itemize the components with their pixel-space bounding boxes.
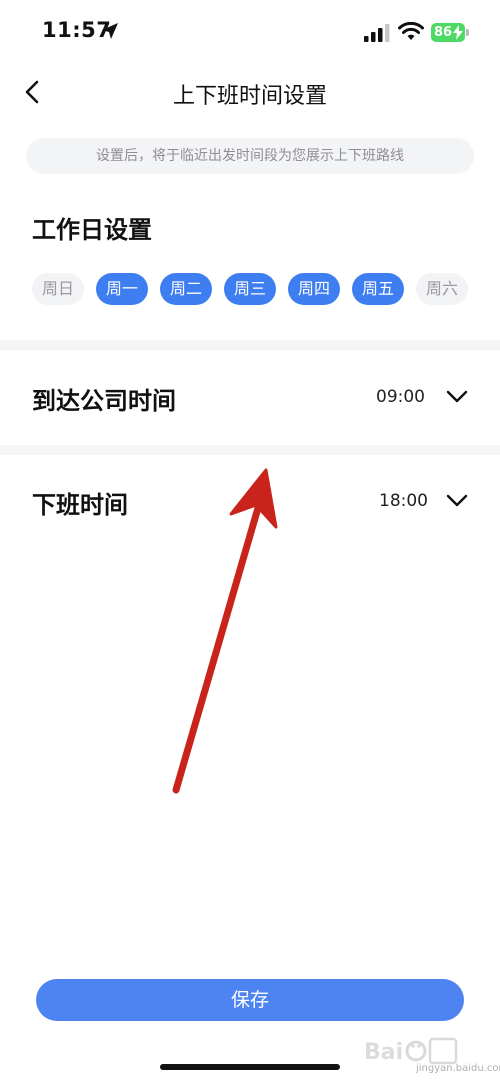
save-button[interactable]: 保存 (36, 979, 464, 1021)
chevron-down-icon[interactable] (446, 390, 468, 404)
day-chip-tuesday[interactable]: 周二 (160, 273, 212, 305)
day-chip-wednesday[interactable]: 周三 (224, 273, 276, 305)
svg-text:Bai: Bai (364, 1040, 403, 1065)
section-divider (0, 445, 500, 455)
leave-time-value: 18:00 (379, 491, 428, 511)
chevron-down-icon[interactable] (446, 494, 468, 508)
wifi-icon (398, 22, 424, 40)
battery-level: 86 (434, 25, 453, 40)
location-arrow-icon (102, 23, 118, 39)
day-chip-monday[interactable]: 周一 (96, 273, 148, 305)
battery-cap (466, 29, 469, 36)
home-indicator (160, 1064, 340, 1070)
cellular-signal-icon (364, 24, 390, 42)
workday-section-title: 工作日设置 (32, 216, 152, 244)
status-bar: 11:57 86 (0, 0, 500, 64)
day-chip-saturday[interactable]: 周六 (416, 273, 468, 305)
hint-banner: 设置后，将于临近出发时间段为您展示上下班路线 (26, 138, 474, 174)
arrive-time-value: 09:00 (376, 387, 425, 407)
day-chip-friday[interactable]: 周五 (352, 273, 404, 305)
day-chip-thursday[interactable]: 周四 (288, 273, 340, 305)
leave-time-label: 下班时间 (32, 491, 128, 519)
arrive-time-label: 到达公司时间 (32, 387, 176, 415)
battery-indicator: 86 (431, 23, 465, 42)
day-chip-sunday[interactable]: 周日 (32, 273, 84, 305)
charging-bolt-icon (453, 25, 463, 40)
page-title: 上下班时间设置 (172, 84, 327, 109)
section-divider (0, 340, 500, 350)
watermark-text: jingyan.baidu.com (416, 1063, 500, 1074)
